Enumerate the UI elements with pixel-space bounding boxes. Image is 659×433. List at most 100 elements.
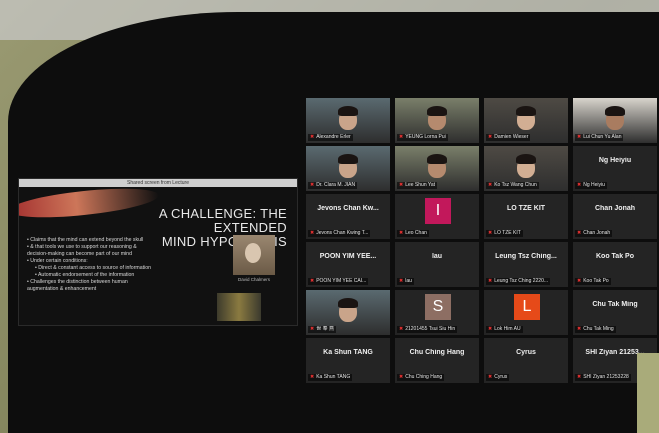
participant-label-text: Lui Chun Yu Alan [583,134,622,140]
muted-mic-icon: ✖ [577,278,582,284]
participant-tile[interactable]: I ✖ Leo Chan [395,194,479,239]
participant-label-text: Lok Him AU [494,326,521,332]
participant-tile[interactable]: POON YIM YEE... ✖ POON YIM YEE CAI... [306,242,390,287]
muted-mic-icon: ✖ [399,182,404,188]
participant-label-text: LO TZE KIT [494,230,521,236]
muted-mic-icon: ✖ [399,326,404,332]
muted-mic-icon: ✖ [310,374,315,380]
shared-screen-window[interactable]: Shared screen from Lecture A CHALLENGE: … [18,178,298,326]
participant-tile[interactable]: S ✖ 21201455 Tsui Siu Hin [395,290,479,335]
participant-tile[interactable]: ✖ Damien Wieser [484,98,568,143]
participant-avatar: I [425,198,451,224]
participant-tile[interactable]: Chu Tak Ming ✖ Chu Tak Ming [573,290,657,335]
muted-mic-icon: ✖ [577,182,582,188]
participant-name-label: ✖ Lee Shun Yat [397,182,438,189]
slide-bullet: • Automatic endorsement of the informati… [35,272,135,278]
participant-name-label: ✖ Damien Wieser [486,134,531,141]
muted-mic-icon: ✖ [577,230,582,236]
muted-mic-icon: ✖ [310,182,315,188]
participant-name-label: ✖ Dr. Clara M. JIAN [308,182,358,189]
participant-display-name: Chu Ching Hang [409,349,465,356]
muted-mic-icon: ✖ [399,134,404,140]
participant-name-label: ✖ Chu Tak Ming [575,326,616,333]
participant-label-text: Jevons Chan Kwing T... [316,230,369,236]
participant-name-label: ✖ Alexandre Erler [308,134,353,141]
participant-tile[interactable]: LO TZE KIT ✖ LO TZE KIT [484,194,568,239]
participant-display-name: POON YIM YEE... [319,253,377,260]
participant-label-text: 世 奉 燕 [316,326,334,332]
participant-label-text: Damien Wieser [494,134,529,140]
muted-mic-icon: ✖ [488,326,493,332]
participant-tile[interactable]: lau ✖ lau [395,242,479,287]
participant-display-name: Koo Tak Po [596,253,634,260]
participant-name-label: ✖ 世 奉 燕 [308,326,336,333]
participant-tile[interactable]: ✖ YEUNG Lorna Pui [395,98,479,143]
participant-display-name: Chu Tak Ming [592,301,638,308]
participant-name-label: ✖ Ng Heiyiu [575,182,607,189]
slide-title-line1: A CHALLENGE: THE EXTENDED [158,206,287,235]
muted-mic-icon: ✖ [488,374,493,380]
participant-name-label: ✖ Chan Jonah [575,230,613,237]
participant-name-label: ✖ 21201455 Tsui Siu Hin [397,326,458,333]
participant-display-name: LO TZE KIT [506,205,546,212]
muted-mic-icon: ✖ [488,182,493,188]
participant-tile[interactable]: ✖ Alexandre Erler [306,98,390,143]
participant-tile[interactable]: ✖ Lui Chun Yu Alan [573,98,657,143]
participant-display-name: Ng Heiyiu [598,157,632,164]
muted-mic-icon: ✖ [577,326,582,332]
muted-mic-icon: ✖ [488,278,493,284]
muted-mic-icon: ✖ [488,134,493,140]
participant-name-label: ✖ Cyrus [486,374,510,381]
participant-tile[interactable]: Ng Heiyiu ✖ Ng Heiyiu [573,146,657,191]
participant-avatar: L [514,294,540,320]
chalmers-photo [233,235,275,275]
participant-tile[interactable]: Koo Tak Po ✖ Koo Tak Po [573,242,657,287]
participant-label-text: Leo Chan [405,230,427,236]
participant-name-label: ✖ Koo Tak Po [575,278,611,285]
participant-name-label: ✖ Lui Chun Yu Alan [575,134,624,141]
participant-tile[interactable]: Jevons Chan Kw... ✖ Jevons Chan Kwing T... [306,194,390,239]
participant-label-text: Dr. Clara M. JIAN [316,182,356,188]
participant-name-label: ✖ Ko Tsz Wang Chun [486,182,539,189]
muted-mic-icon: ✖ [310,278,315,284]
muted-mic-icon: ✖ [310,134,315,140]
participant-name-label: ✖ POON YIM YEE CAI... [308,278,369,285]
muted-mic-icon: ✖ [399,230,404,236]
muted-mic-icon: ✖ [399,278,404,284]
participant-name-label: ✖ Ka Shun TANG [308,374,353,381]
participant-tile[interactable]: Chan Jonah ✖ Chan Jonah [573,194,657,239]
participant-display-name: Jevons Chan Kw... [317,205,379,212]
muted-mic-icon: ✖ [399,374,404,380]
participant-display-name: Leung Tsz Ching... [495,253,557,260]
participant-tile[interactable]: ✖ 世 奉 燕 [306,290,390,335]
participant-label-text: Chu Tak Ming [583,326,614,332]
participant-label-text: Chan Jonah [583,230,611,236]
participant-tile[interactable]: Ka Shun TANG ✖ Ka Shun TANG [306,338,390,383]
participant-tile[interactable]: ✖ Lee Shun Yat [395,146,479,191]
participant-display-name: Cyrus [516,349,536,356]
participant-name-label: ✖ Lok Him AU [486,326,523,333]
slide-bullet: • Direct & constant access to source of … [35,265,151,271]
participant-label-text: Ka Shun TANG [316,374,351,380]
presentation-slide: A CHALLENGE: THE EXTENDED MIND HYPOTHESI… [19,187,297,325]
participant-tile[interactable]: Leung Tsz Ching... ✖ Leung Tsz Ching 2220.… [484,242,568,287]
participant-tile[interactable]: Cyrus ✖ Cyrus [484,338,568,383]
participant-tile[interactable]: Chu Ching Hang ✖ Chu Ching Hang [395,338,479,383]
muted-mic-icon: ✖ [310,230,315,236]
participant-label-text: Ko Tsz Wang Chun [494,182,537,188]
slide-bullet: • & that tools we use to support our rea… [27,244,137,250]
participant-name-label: ✖ Leo Chan [397,230,429,237]
muted-mic-icon: ✖ [577,374,582,380]
participant-label-text: Koo Tak Po [583,278,609,284]
video-call-screen: Shared screen from Lecture A CHALLENGE: … [8,12,659,433]
participant-tile[interactable]: L ✖ Lok Him AU [484,290,568,335]
participant-name-label: ✖ lau [397,278,414,285]
participant-tile[interactable]: ✖ Dr. Clara M. JIAN [306,146,390,191]
slide-image [217,293,261,321]
participant-display-name: Chan Jonah [594,205,636,212]
slide-bullet: • Claims that the mind can extend beyond… [27,237,144,243]
participant-name-label: ✖ YEUNG Lorna Pui [397,134,448,141]
participant-name-label: ✖ LO TZE KIT [486,230,523,237]
participant-tile[interactable]: ✖ Ko Tsz Wang Chun [484,146,568,191]
participant-label-text: Alexandre Erler [316,134,351,140]
